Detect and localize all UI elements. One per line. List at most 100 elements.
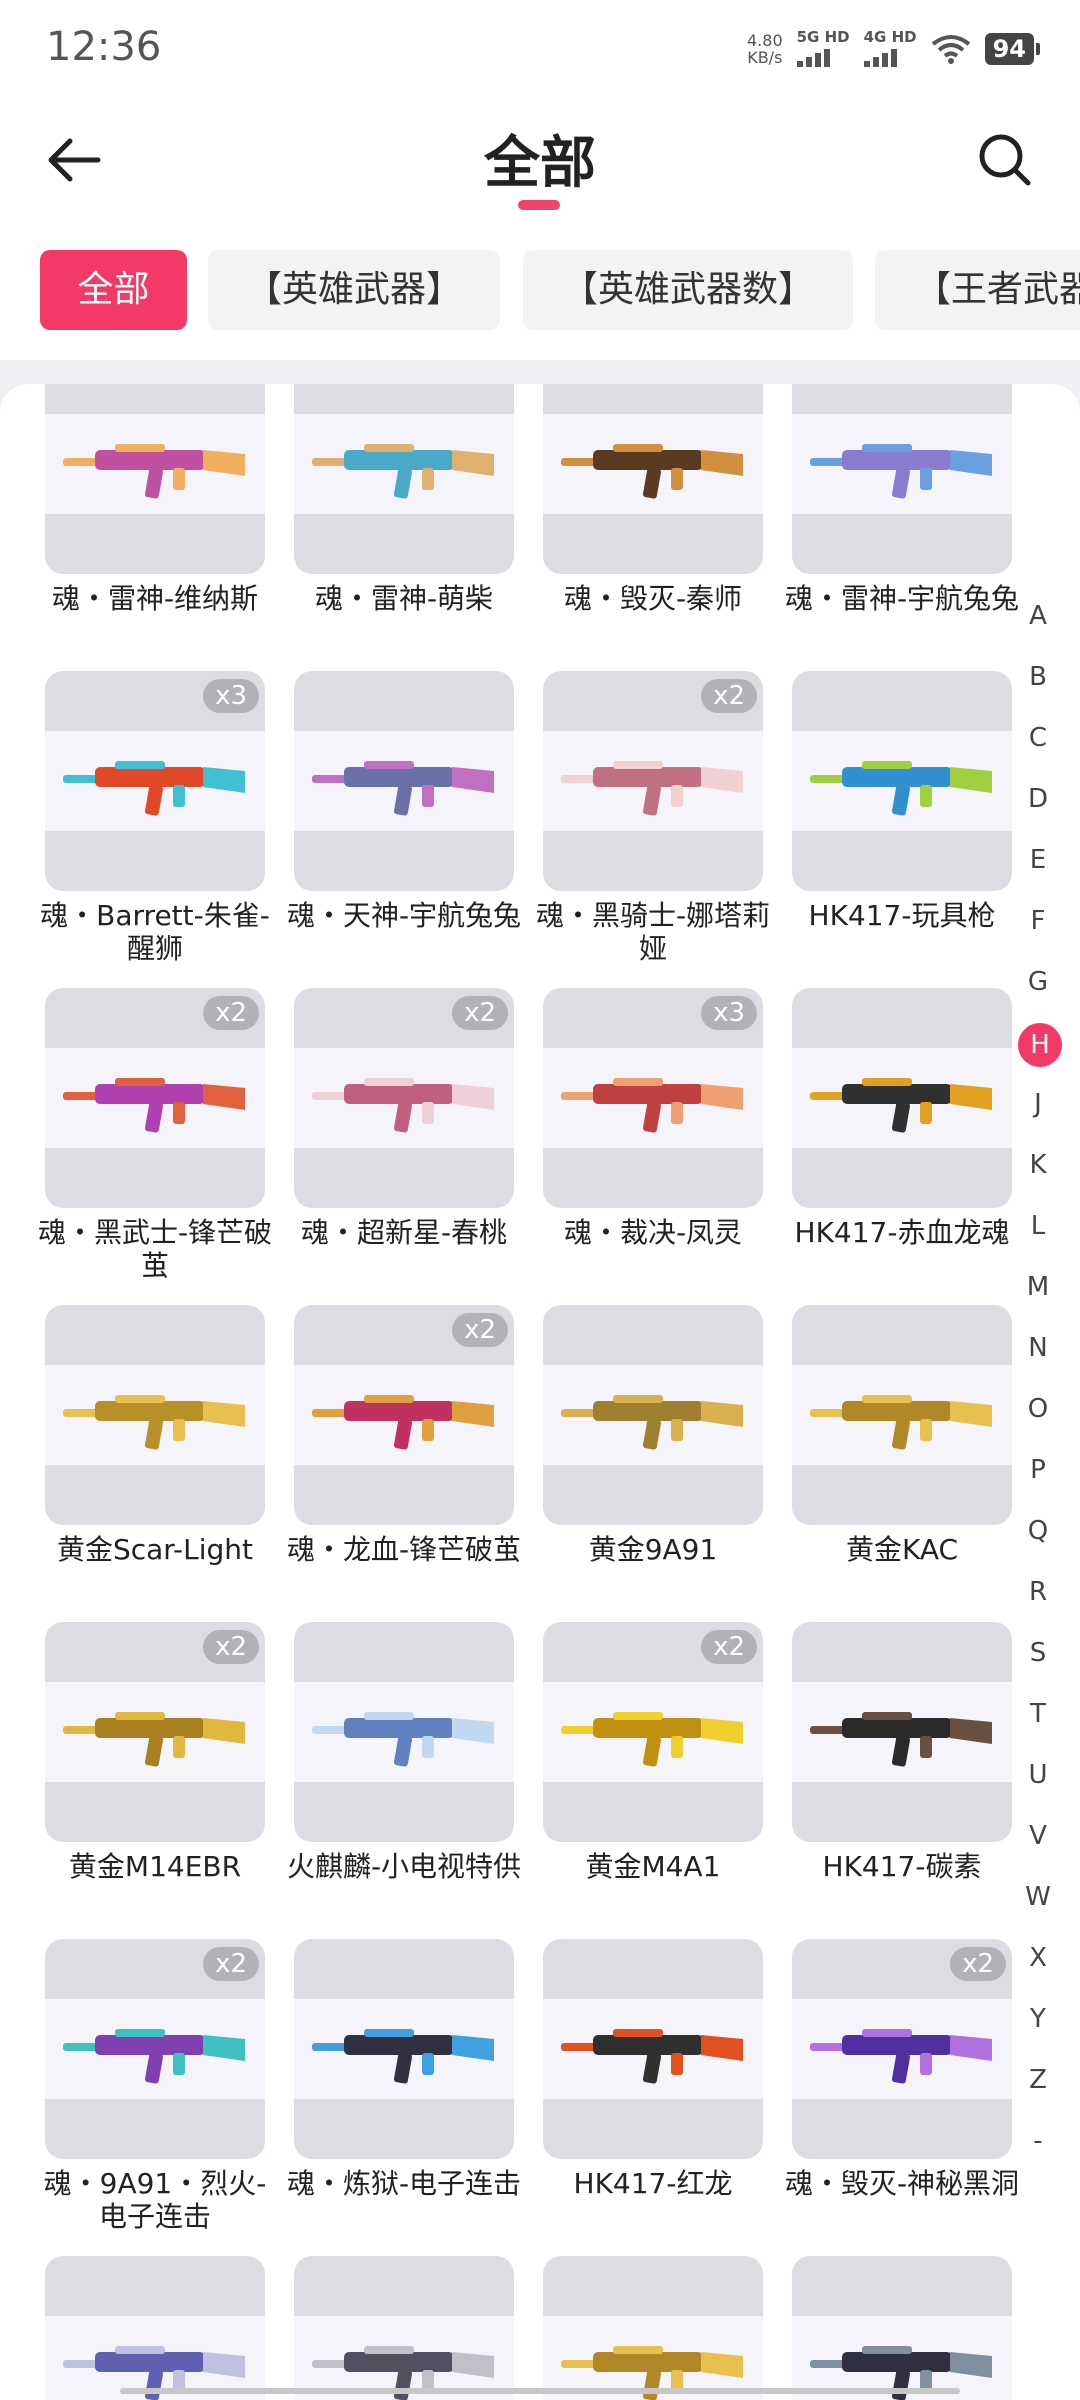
quantity-badge: x2 xyxy=(203,996,259,1030)
sim1-signal-icon: 5G HD xyxy=(796,30,850,67)
weapon-thumbnail[interactable] xyxy=(792,671,1012,891)
alphabet-letter[interactable]: R xyxy=(1018,1572,1058,1633)
weapon-thumbnail[interactable] xyxy=(543,1939,763,2159)
quantity-badge: x3 xyxy=(203,679,259,713)
weapon-list-panel: 魂・雷神-维纳斯 魂・雷神-萌柴 魂・毁灭-秦师 魂・雷神-宇航兔兔 x3 魂・Barre… xyxy=(0,384,1080,2400)
weapon-thumbnail[interactable] xyxy=(294,1939,514,2159)
weapon-name: 黄金M4A1 xyxy=(585,1850,721,1883)
weapon-thumbnail[interactable]: x2 xyxy=(45,1622,265,1842)
alphabet-letter[interactable]: J xyxy=(1018,1084,1058,1145)
quantity-badge: x2 xyxy=(950,1947,1006,1981)
weapon-thumbnail[interactable] xyxy=(294,2256,514,2400)
alphabet-letter[interactable]: D xyxy=(1018,779,1058,840)
quantity-badge: x2 xyxy=(701,679,757,713)
tab-hero-weapons-count[interactable]: 【英雄武器数】 xyxy=(523,250,853,330)
header: 全部 xyxy=(0,100,1080,220)
weapon-thumbnail[interactable]: x3 xyxy=(543,988,763,1208)
alphabet-letter[interactable]: X xyxy=(1018,1938,1058,1999)
tab-king-weapons[interactable]: 【王者武器 xyxy=(875,250,1080,330)
gun-icon xyxy=(561,761,743,816)
gun-icon xyxy=(810,1712,992,1767)
alphabet-index[interactable]: ABCDEFGHJKLMNOPQRSTUVWXYZ- xyxy=(1018,596,1062,2182)
weapon-name: 魂・9A91・烈火-电子连击 xyxy=(43,2167,267,2233)
alphabet-letter[interactable]: Q xyxy=(1018,1511,1058,1572)
alphabet-letter[interactable]: W xyxy=(1018,1877,1058,1938)
alphabet-letter[interactable]: L xyxy=(1018,1206,1058,1267)
weapon-thumbnail[interactable] xyxy=(294,384,514,574)
gun-icon xyxy=(810,444,992,499)
alphabet-letter[interactable]: S xyxy=(1018,1633,1058,1694)
weapon-thumbnail[interactable]: x2 xyxy=(45,1939,265,2159)
quantity-badge: x3 xyxy=(701,996,757,1030)
weapon-thumbnail[interactable]: x2 xyxy=(45,988,265,1208)
alphabet-letter[interactable]: H xyxy=(1018,1023,1062,1084)
gun-icon xyxy=(63,1395,245,1450)
gun-icon xyxy=(561,2029,743,2084)
alphabet-letter[interactable]: E xyxy=(1018,840,1058,901)
network-speed: 4.80 KB/s xyxy=(747,30,783,67)
tab-all[interactable]: 全部 xyxy=(40,250,187,330)
alphabet-letter[interactable]: M xyxy=(1018,1267,1058,1328)
tab-hero-weapons[interactable]: 【英雄武器】 xyxy=(208,250,500,330)
alphabet-letter[interactable]: B xyxy=(1018,657,1058,718)
weapon-name: 魂・超新星-春桃 xyxy=(300,1216,508,1249)
alphabet-letter[interactable]: V xyxy=(1018,1816,1058,1877)
weapon-thumbnail[interactable]: x2 xyxy=(294,988,514,1208)
gun-icon xyxy=(63,761,245,816)
weapon-thumbnail[interactable] xyxy=(294,1622,514,1842)
weapon-name: 黄金KAC xyxy=(845,1533,959,1566)
home-indicator xyxy=(120,2388,960,2394)
status-time: 12:36 xyxy=(46,24,162,70)
weapon-thumbnail[interactable] xyxy=(792,1305,1012,1525)
weapon-name: 魂・炼狱-电子连击 xyxy=(286,2167,522,2200)
weapon-thumbnail[interactable] xyxy=(792,988,1012,1208)
weapon-thumbnail[interactable]: x2 xyxy=(792,1939,1012,2159)
alphabet-letter[interactable]: P xyxy=(1018,1450,1058,1511)
alphabet-letter[interactable]: T xyxy=(1018,1694,1058,1755)
weapon-thumbnail[interactable]: x2 xyxy=(294,1305,514,1525)
weapon-name: HK417-红龙 xyxy=(573,2167,733,2200)
gun-icon xyxy=(810,761,992,816)
weapon-name: 黄金M14EBR xyxy=(68,1850,242,1883)
weapon-name: HK417-赤血龙魂 xyxy=(794,1216,1010,1249)
weapon-thumbnail[interactable] xyxy=(45,384,265,574)
quantity-badge: x2 xyxy=(701,1630,757,1664)
weapon-name: 魂・龙血-锋芒破茧 xyxy=(286,1533,522,1566)
weapon-thumbnail[interactable]: x2 xyxy=(543,1622,763,1842)
weapon-thumbnail[interactable] xyxy=(792,384,1012,574)
gun-icon xyxy=(312,761,494,816)
gun-icon xyxy=(312,444,494,499)
gun-icon xyxy=(312,1078,494,1133)
weapon-thumbnail[interactable] xyxy=(294,671,514,891)
weapon-name: 魂・雷神-萌柴 xyxy=(314,582,494,615)
weapon-thumbnail[interactable] xyxy=(792,1622,1012,1842)
weapon-name: 魂・天神-宇航兔兔 xyxy=(286,899,522,932)
weapon-thumbnail[interactable] xyxy=(45,2256,265,2400)
gun-icon xyxy=(312,1712,494,1767)
alphabet-letter[interactable]: U xyxy=(1018,1755,1058,1816)
weapon-thumbnail[interactable] xyxy=(543,384,763,574)
quantity-badge: x2 xyxy=(452,996,508,1030)
weapon-thumbnail[interactable]: x2 xyxy=(543,671,763,891)
weapon-thumbnail[interactable] xyxy=(543,2256,763,2400)
alphabet-letter[interactable]: C xyxy=(1018,718,1058,779)
alphabet-letter[interactable]: N xyxy=(1018,1328,1058,1389)
search-icon[interactable] xyxy=(970,125,1040,195)
gun-icon xyxy=(312,1395,494,1450)
weapon-thumbnail[interactable]: x3 xyxy=(45,671,265,891)
weapon-name: 魂・毁灭-秦师 xyxy=(563,582,743,615)
alphabet-letter[interactable]: Y xyxy=(1018,1999,1058,2060)
weapon-thumbnail[interactable] xyxy=(792,2256,1012,2400)
alphabet-letter[interactable]: K xyxy=(1018,1145,1058,1206)
alphabet-letter[interactable]: F xyxy=(1018,901,1058,962)
gun-icon xyxy=(63,1712,245,1767)
weapon-thumbnail[interactable] xyxy=(543,1305,763,1525)
weapon-name: 魂・雷神-宇航兔兔 xyxy=(784,582,1020,615)
alphabet-letter[interactable]: O xyxy=(1018,1389,1058,1450)
weapon-thumbnail[interactable] xyxy=(45,1305,265,1525)
alphabet-letter[interactable]: - xyxy=(1018,2121,1058,2182)
alphabet-letter[interactable]: A xyxy=(1018,596,1058,657)
alphabet-letter[interactable]: Z xyxy=(1018,2060,1058,2121)
gun-icon xyxy=(63,2029,245,2084)
alphabet-letter[interactable]: G xyxy=(1018,962,1058,1023)
